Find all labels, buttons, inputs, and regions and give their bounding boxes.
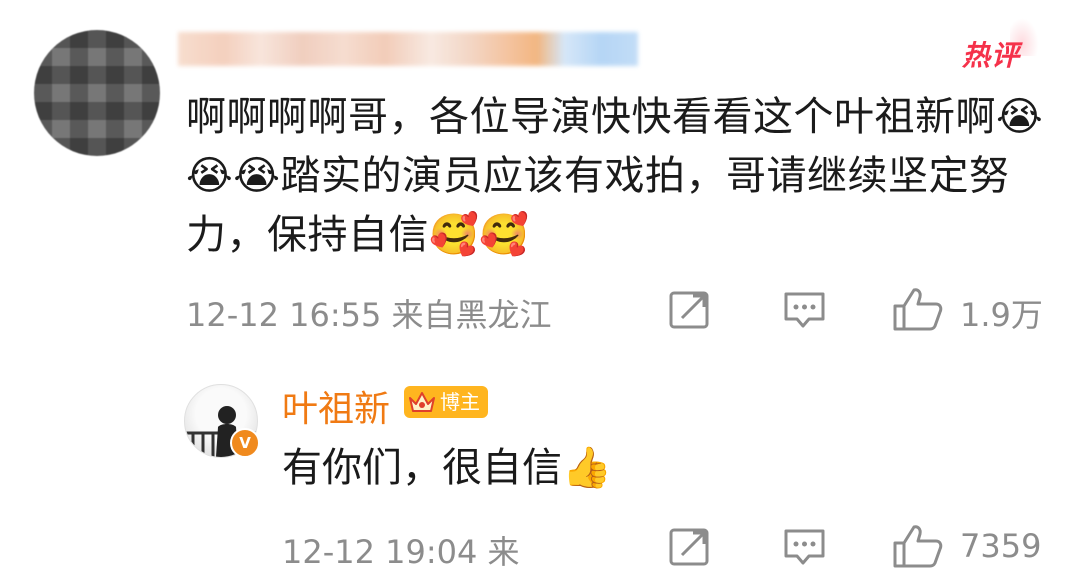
thumbs-up-icon — [893, 288, 943, 331]
verified-v-icon: V — [230, 428, 260, 458]
reply-like-count: 7359 — [960, 527, 1042, 565]
commenter-avatar[interactable] — [34, 30, 160, 156]
commenter-name-blurred[interactable] — [178, 32, 638, 66]
like-count: 1.9万 — [960, 296, 1043, 334]
blogger-badge-label: 博主 — [440, 390, 480, 414]
reply-text: 有你们，很自信👍 — [282, 445, 612, 491]
share-icon — [669, 528, 709, 566]
blogger-badge: 博主 — [404, 386, 488, 418]
reply-comment-button[interactable] — [783, 527, 827, 567]
share-icon — [669, 291, 709, 329]
share-button[interactable] — [668, 290, 712, 330]
comment-timestamp: 12-12 16:55 — [186, 296, 382, 334]
comment-icon — [784, 529, 825, 565]
author-name[interactable]: 叶祖新 — [282, 380, 390, 432]
thumbs-up-icon — [893, 525, 943, 568]
reply-meta: 12-12 19:04 来 — [282, 527, 520, 573]
like-button[interactable] — [892, 286, 944, 332]
crown-icon — [409, 392, 435, 412]
reply-button[interactable] — [783, 290, 827, 330]
reply-timestamp: 12-12 19:04 — [282, 533, 478, 571]
comment-meta: 12-12 16:55 来自黑龙江 — [186, 290, 552, 336]
reply-like-button[interactable] — [892, 523, 944, 569]
comment-text: 啊啊啊啊哥，各位导演快快看看这个叶祖新啊😭😭😭踏实的演员应该有戏拍，哥请继续坚定… — [186, 94, 1044, 258]
hot-comment-badge: 热评 — [962, 39, 1021, 72]
comment-icon — [784, 292, 825, 328]
comment-location: 来自黑龙江 — [391, 296, 552, 334]
reply-location: 来 — [487, 533, 520, 571]
reply-share-button[interactable] — [668, 527, 712, 567]
